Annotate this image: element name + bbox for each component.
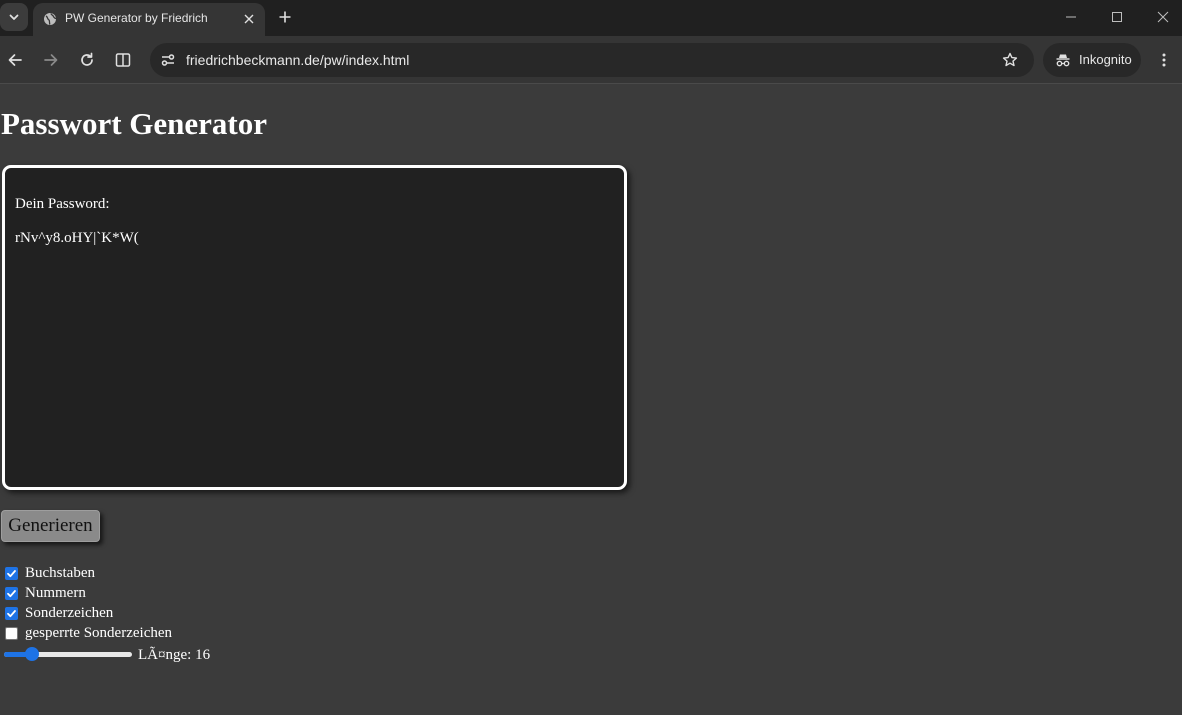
browser-toolbar: friedrichbeckmann.de/pw/index.html Inkog… <box>0 36 1182 84</box>
star-icon <box>1002 52 1018 67</box>
incognito-icon <box>1056 54 1070 67</box>
checkmark-icon <box>7 609 16 617</box>
close-icon <box>244 14 254 24</box>
reload-button[interactable] <box>75 48 99 72</box>
tab-strip: PW Generator by Friedrich <box>0 0 1182 36</box>
numbers-checkbox[interactable] <box>5 586 18 600</box>
url-text[interactable]: friedrichbeckmann.de/pw/index.html <box>186 52 409 68</box>
incognito-indicator[interactable]: Inkognito <box>1043 43 1141 77</box>
blocked-special-chars-checkbox[interactable] <box>5 626 18 640</box>
page-content: Passwort Generator Dein Password: rNv^y8… <box>0 85 1182 715</box>
numbers-label: Nummern <box>25 584 86 601</box>
tab-search-button[interactable] <box>0 3 28 31</box>
back-icon <box>8 54 22 66</box>
page-title: Passwort Generator <box>1 106 267 141</box>
site-info-button[interactable] <box>156 48 180 72</box>
option-special-chars[interactable]: Sonderzeichen <box>5 605 113 621</box>
letters-checkbox[interactable] <box>5 566 18 580</box>
checkmark-icon <box>7 569 16 577</box>
tab-close-button[interactable] <box>239 9 259 29</box>
address-bar[interactable]: friedrichbeckmann.de/pw/index.html <box>150 43 1034 77</box>
site-info-icon <box>161 54 175 66</box>
split-view-icon <box>115 53 131 67</box>
tab-title: PW Generator by Friedrich <box>65 11 208 25</box>
browser-menu-button[interactable] <box>1152 48 1176 72</box>
incognito-label: Inkognito <box>1079 52 1132 67</box>
reload-icon <box>81 52 93 66</box>
letters-label: Buchstaben <box>25 564 95 581</box>
maximize-icon <box>1112 12 1122 22</box>
chevron-down-icon <box>9 14 19 20</box>
minimize-button[interactable] <box>1060 6 1082 28</box>
password-output-box: Dein Password: rNv^y8.oHY|`K*W( <box>2 165 627 490</box>
plus-icon <box>279 11 291 23</box>
option-letters[interactable]: Buchstaben <box>5 565 95 581</box>
generate-button[interactable]: Generieren <box>1 510 100 542</box>
special-chars-label: Sonderzeichen <box>25 604 114 621</box>
split-view-button[interactable] <box>111 48 135 72</box>
new-tab-button[interactable] <box>274 6 296 28</box>
minimize-icon <box>1066 16 1076 18</box>
option-blocked-special-chars[interactable]: gesperrte Sonderzeichen <box>5 625 172 641</box>
bookmark-button[interactable] <box>1000 50 1020 70</box>
browser-tab[interactable]: PW Generator by Friedrich <box>33 3 265 36</box>
option-numbers[interactable]: Nummern <box>5 585 86 601</box>
forward-button[interactable] <box>39 48 63 72</box>
more-icon <box>1162 53 1166 67</box>
close-icon <box>1157 11 1169 23</box>
globe-icon <box>44 13 57 25</box>
length-label: LÃ¤nge: 16 <box>138 647 211 663</box>
blocked-special-chars-label: gesperrte Sonderzeichen <box>25 624 173 641</box>
special-chars-checkbox[interactable] <box>5 606 18 620</box>
window-close-button[interactable] <box>1152 6 1174 28</box>
back-button[interactable] <box>3 48 27 72</box>
password-label: Dein Password: <box>15 196 110 212</box>
password-value[interactable]: rNv^y8.oHY|`K*W( <box>15 230 139 247</box>
forward-icon <box>44 54 58 66</box>
checkmark-icon <box>7 589 16 597</box>
length-slider[interactable] <box>4 647 132 661</box>
slider-thumb[interactable] <box>25 647 39 661</box>
maximize-button[interactable] <box>1106 6 1128 28</box>
